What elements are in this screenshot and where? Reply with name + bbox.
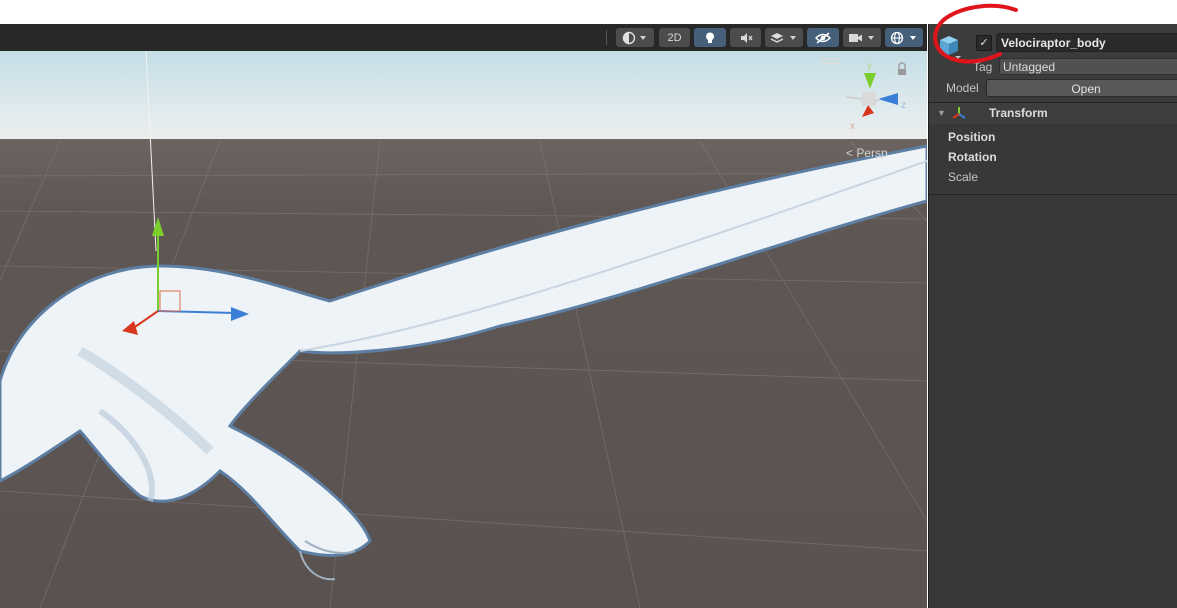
draw-mode-dropdown[interactable] bbox=[616, 28, 654, 47]
scene-visibility-button[interactable] bbox=[807, 28, 839, 47]
scene-view[interactable]: 2D y z x < Persp bbox=[0, 24, 927, 608]
camera-icon bbox=[849, 33, 874, 42]
hidden-visibility-icon bbox=[815, 31, 831, 44]
inspector-header: ✓ Velociraptor_body Tag Untagged Model O… bbox=[929, 24, 1177, 102]
inspector-panel: ✓ Velociraptor_body Tag Untagged Model O… bbox=[928, 24, 1177, 608]
scene-toolbar: 2D bbox=[0, 24, 927, 52]
tag-dropdown[interactable]: Untagged bbox=[999, 58, 1177, 75]
draw-mode-icon bbox=[622, 31, 646, 44]
transform-axes-icon bbox=[952, 107, 966, 119]
prefab-cube-icon[interactable] bbox=[938, 34, 962, 60]
camera-dropdown[interactable] bbox=[843, 28, 881, 47]
component-divider bbox=[929, 194, 1177, 195]
lock-icon[interactable] bbox=[898, 69, 906, 75]
gizmos-dropdown[interactable] bbox=[885, 28, 923, 47]
sky bbox=[0, 51, 927, 141]
lighting-bulb-icon bbox=[706, 32, 714, 43]
audio-mute-icon bbox=[740, 32, 752, 43]
rotation-label[interactable]: Rotation bbox=[948, 150, 997, 164]
gizmos-globe-icon bbox=[890, 31, 916, 44]
toolbar-separator bbox=[606, 30, 607, 45]
audio-toggle-button[interactable] bbox=[730, 28, 761, 47]
tag-label: Tag bbox=[973, 60, 993, 74]
foldout-arrow-icon[interactable]: ▼ bbox=[937, 108, 946, 118]
window-top-strip bbox=[0, 0, 1177, 24]
gizmo-x-label: x bbox=[850, 121, 855, 132]
effects-dropdown[interactable] bbox=[765, 28, 803, 47]
effects-layers-icon bbox=[770, 32, 796, 43]
active-checkbox[interactable]: ✓ bbox=[976, 35, 992, 51]
projection-label[interactable]: < Persp bbox=[846, 146, 888, 160]
gizmo-z-label: z bbox=[901, 100, 906, 111]
transform-component-header[interactable]: ▼ Transform bbox=[929, 103, 1177, 124]
object-name-field[interactable]: Velociraptor_body bbox=[996, 33, 1177, 52]
scene-viewport[interactable]: y z x < Persp bbox=[0, 50, 927, 608]
scene-render: y z x < Persp bbox=[0, 50, 927, 608]
model-label: Model bbox=[946, 81, 979, 95]
transform-title: Transform bbox=[989, 106, 1048, 120]
open-model-button[interactable]: Open bbox=[986, 79, 1177, 97]
scale-label[interactable]: Scale bbox=[948, 170, 978, 184]
gizmo-center-cube[interactable] bbox=[862, 92, 876, 106]
gizmo-y-label: y bbox=[867, 61, 872, 72]
2d-toggle-button[interactable]: 2D bbox=[659, 28, 690, 47]
position-label[interactable]: Position bbox=[948, 130, 995, 144]
lighting-toggle-button[interactable] bbox=[694, 28, 726, 47]
